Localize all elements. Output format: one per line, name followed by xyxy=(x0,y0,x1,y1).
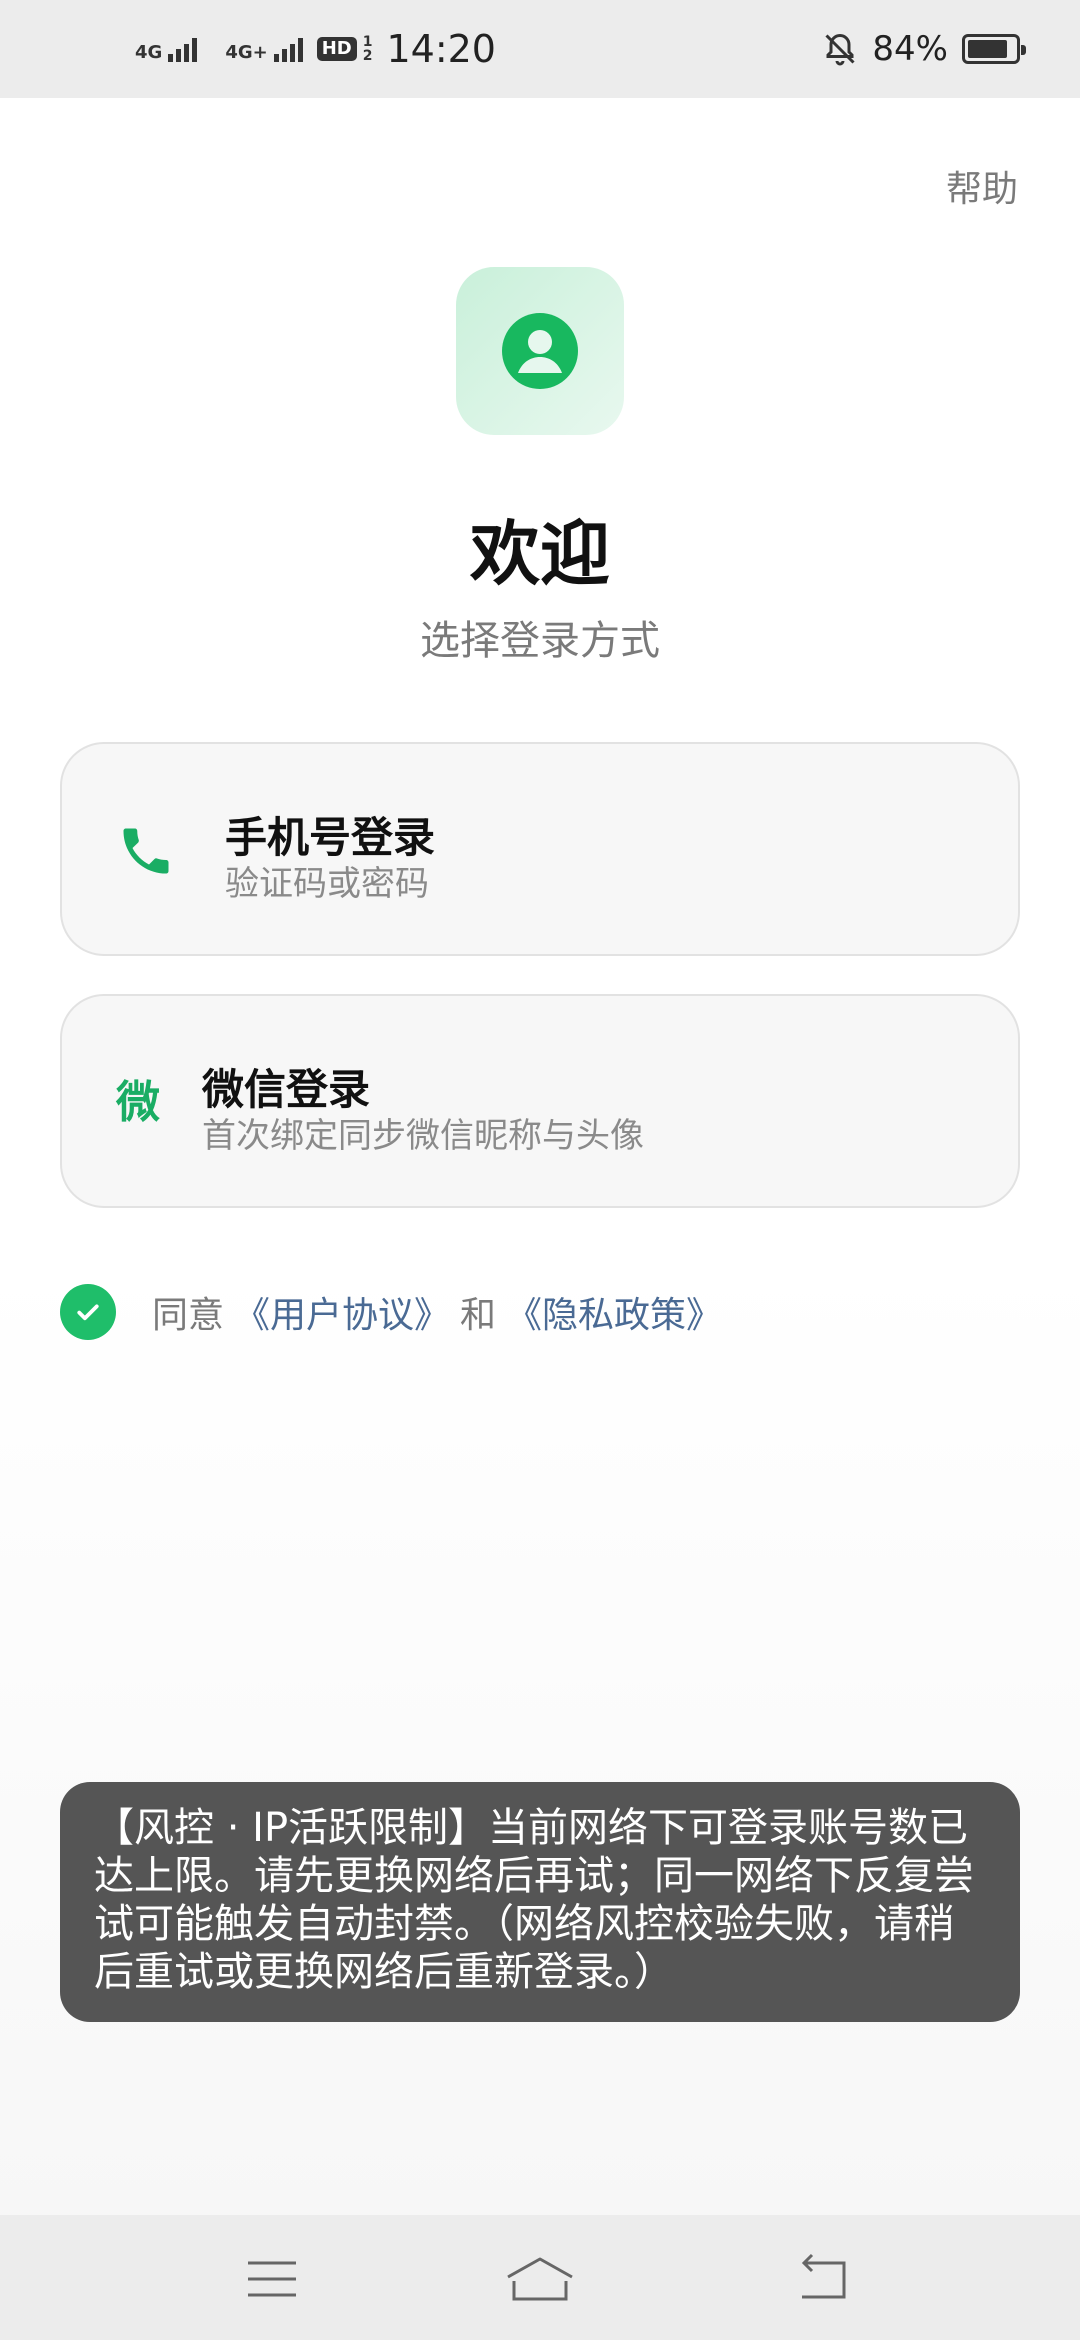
signal-2: 4G+ xyxy=(225,36,303,63)
back-icon[interactable] xyxy=(796,2249,856,2309)
status-bar: 4G 4G+ HD 1 2 14:20 84% xyxy=(0,0,1080,98)
agreement-checkbox[interactable] xyxy=(60,1284,116,1340)
app-logo xyxy=(456,267,624,435)
hd-top: 1 xyxy=(362,34,373,50)
agreement-prefix: 同意 xyxy=(152,1295,225,1336)
welcome-title: 欢迎 xyxy=(470,513,610,595)
signal-bars-icon xyxy=(168,36,198,62)
help-link[interactable]: 帮助 xyxy=(946,160,1018,212)
hd-bottom: 2 xyxy=(362,48,373,64)
bell-off-icon xyxy=(825,33,855,66)
status-left: 4G 4G+ HD 1 2 14:20 xyxy=(135,27,496,71)
wechat-icon: 微 xyxy=(116,1077,160,1128)
agreement-and: 和 xyxy=(460,1295,497,1336)
checkmark-icon xyxy=(77,1304,99,1321)
user-agreement-link[interactable]: 《用户协议》 xyxy=(234,1286,450,1338)
privacy-policy-link[interactable]: 《隐私政策》 xyxy=(506,1286,722,1338)
phone-icon xyxy=(123,828,169,874)
home-icon[interactable] xyxy=(504,2249,576,2309)
risk-control-toast: 【风控 · IP活跃限制】当前网络下可登录账号数已达上限。请先更换网络后再试；同… xyxy=(60,1782,1020,2022)
navigation-bar xyxy=(0,2215,1080,2340)
wechat-login-subtitle: 首次绑定同步微信昵称与头像 xyxy=(202,1116,644,1156)
battery-percent: 84% xyxy=(872,29,948,69)
wechat-login-button[interactable]: 微 微信登录 首次绑定同步微信昵称与头像 xyxy=(60,994,1020,1208)
phone-login-button[interactable]: 手机号登录 验证码或密码 xyxy=(60,742,1020,956)
agreement-row: 同意 《用户协议》 和 《隐私政策》 xyxy=(60,1284,722,1340)
menu-icon[interactable] xyxy=(242,2249,302,2309)
phone-login-subtitle: 验证码或密码 xyxy=(225,864,429,904)
status-time: 14:20 xyxy=(386,27,496,71)
signal-bars-icon xyxy=(273,36,303,62)
status-right: 84% xyxy=(822,29,1026,69)
network-type-2: 4G+ xyxy=(225,42,268,63)
user-avatar-icon xyxy=(502,313,578,389)
hd-voice-icon: HD xyxy=(316,37,357,61)
battery-icon xyxy=(962,34,1026,64)
hd-fraction: 1 2 xyxy=(363,35,373,63)
welcome-subtitle: 选择登录方式 xyxy=(420,618,660,664)
network-type-1: 4G xyxy=(135,42,163,63)
signal-1: 4G xyxy=(135,36,198,63)
battery-fill xyxy=(968,40,1007,58)
